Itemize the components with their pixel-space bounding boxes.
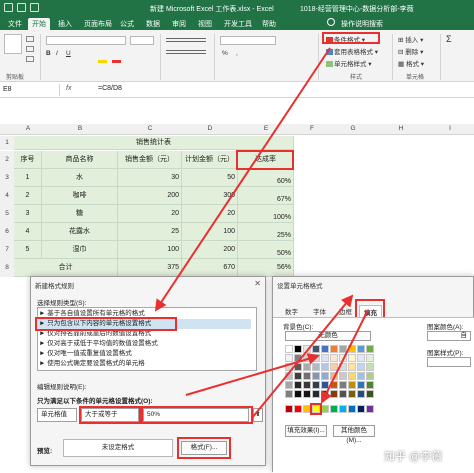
annotation-arrows <box>154 47 369 419</box>
watermark: 知乎 @李薇 <box>384 451 443 463</box>
arrow-cond-to-rule <box>154 47 331 312</box>
arrow-format-to-fill <box>251 294 354 419</box>
arrow-value-to-color <box>185 353 320 396</box>
